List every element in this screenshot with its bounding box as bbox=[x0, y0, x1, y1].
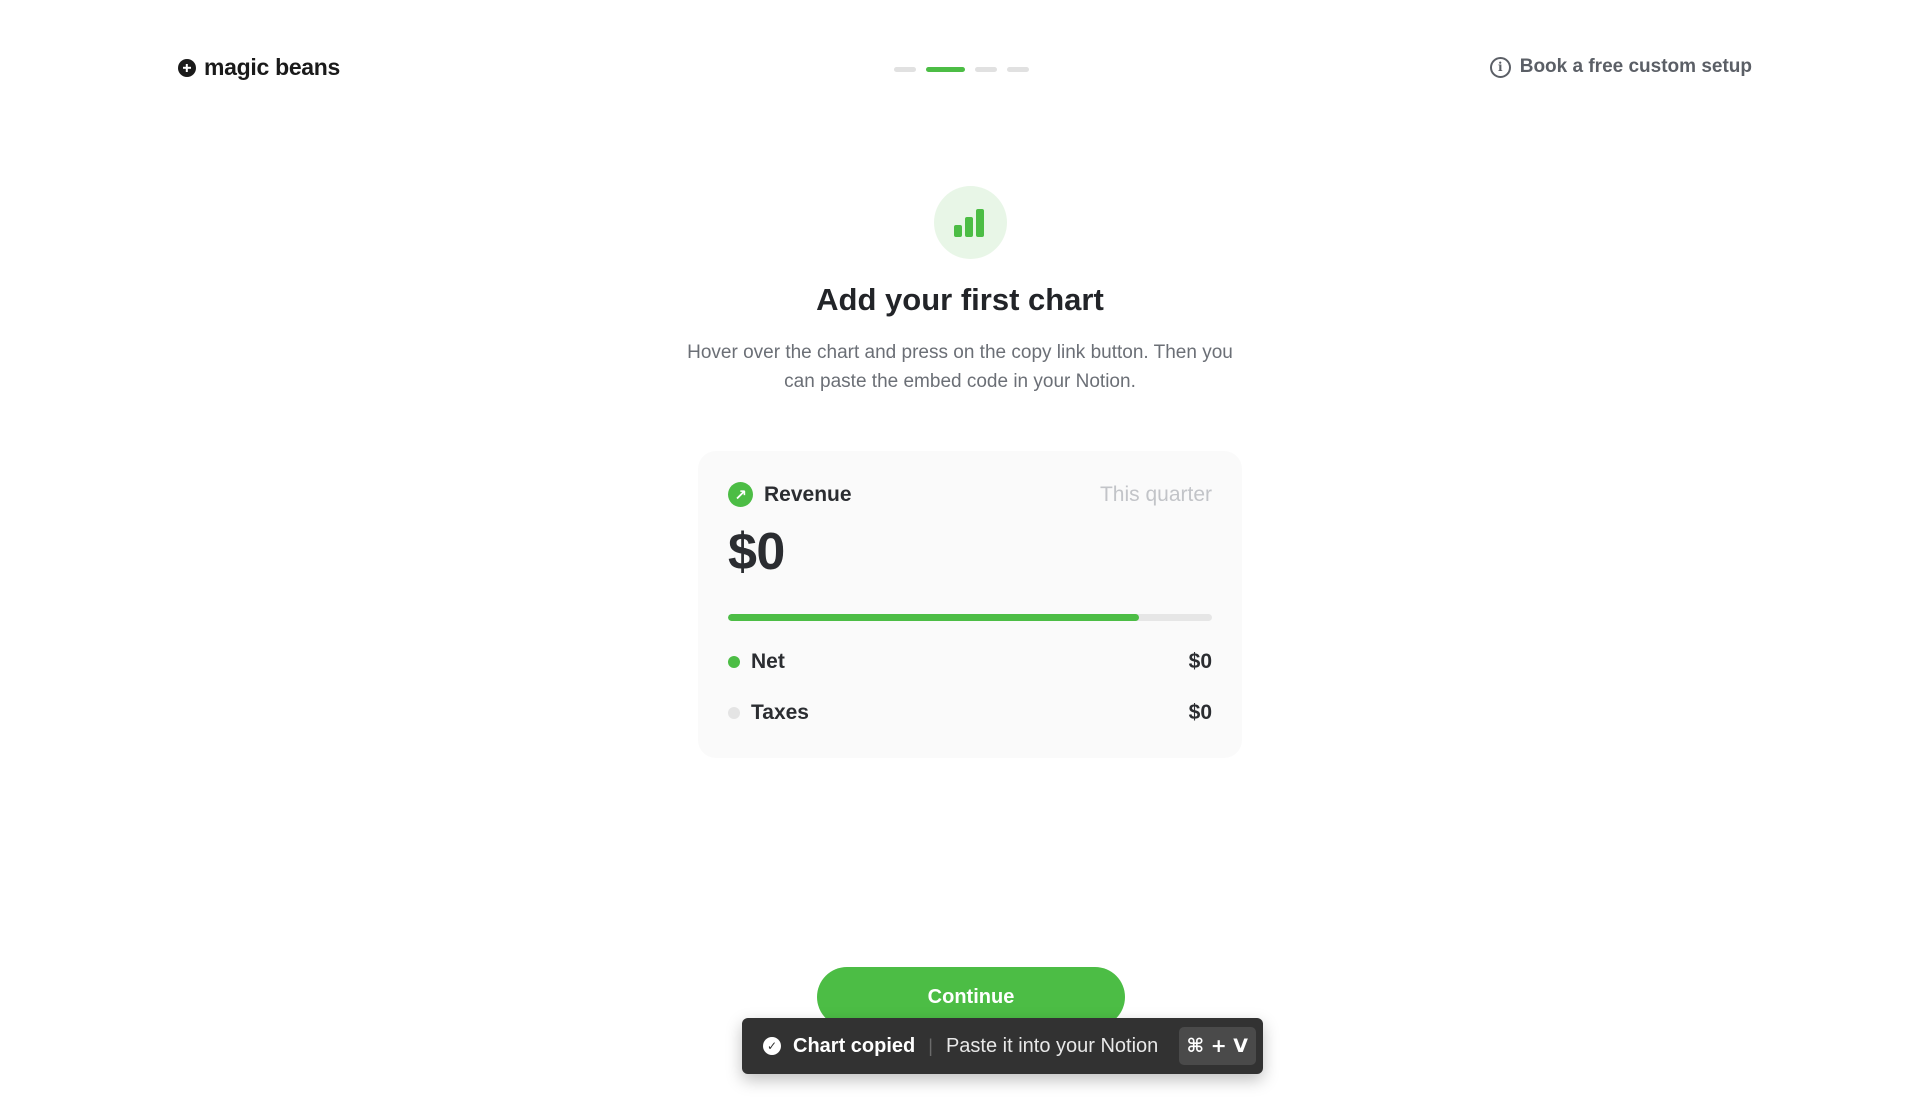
legend-label: Net bbox=[751, 650, 785, 673]
toast-separator: | bbox=[928, 1035, 933, 1056]
card-header: ↗ Revenue This quarter bbox=[728, 482, 1212, 507]
legend-value: $0 bbox=[1188, 701, 1212, 724]
info-icon: i bbox=[1489, 56, 1511, 78]
onboarding-progress-steps bbox=[894, 67, 1029, 72]
toast-title: Chart copied bbox=[793, 1034, 916, 1057]
metric-label: Revenue bbox=[764, 482, 852, 506]
progress-step-4 bbox=[1007, 67, 1029, 72]
legend-row-taxes: Taxes $0 bbox=[728, 701, 1212, 725]
net-dot-icon bbox=[728, 656, 740, 668]
period-label: This quarter bbox=[1099, 482, 1212, 506]
progress-step-3 bbox=[975, 67, 997, 72]
check-circle-icon: ✓ bbox=[763, 1037, 781, 1055]
legend-row-net: Net $0 bbox=[728, 650, 1212, 674]
metric-value: $0 bbox=[728, 523, 785, 581]
chart-copied-toast: ✓ Chart copied | Paste it into your Noti… bbox=[742, 1018, 1263, 1074]
brand-name: magic beans bbox=[204, 54, 341, 80]
page-subtitle: Hover over the chart and press on the co… bbox=[687, 342, 1233, 392]
taxes-dot-icon bbox=[728, 707, 740, 719]
book-setup-label: Book a free custom setup bbox=[1519, 56, 1752, 77]
book-setup-link[interactable]: i Book a free custom setup bbox=[1489, 56, 1752, 78]
progress-step-2 bbox=[926, 67, 965, 72]
toast-message: Paste it into your Notion bbox=[945, 1034, 1159, 1057]
bar-chart-icon bbox=[934, 186, 1007, 259]
revenue-progress-bar bbox=[728, 614, 1212, 621]
page-title: Add your first chart bbox=[816, 282, 1104, 317]
legend-label: Taxes bbox=[751, 701, 809, 724]
legend-value: $0 bbox=[1188, 650, 1212, 673]
revenue-chart-card[interactable]: ↗ Revenue This quarter $0 Net $0 Taxes $… bbox=[698, 451, 1242, 758]
brand-logo[interactable]: magic beans bbox=[178, 54, 340, 81]
trend-up-arrow-icon: ↗ bbox=[728, 482, 753, 507]
revenue-progress-fill bbox=[728, 614, 1140, 621]
progress-step-1 bbox=[894, 67, 916, 72]
paste-shortcut-badge: ⌘ + V bbox=[1178, 1027, 1256, 1065]
logo-icon bbox=[178, 58, 196, 77]
